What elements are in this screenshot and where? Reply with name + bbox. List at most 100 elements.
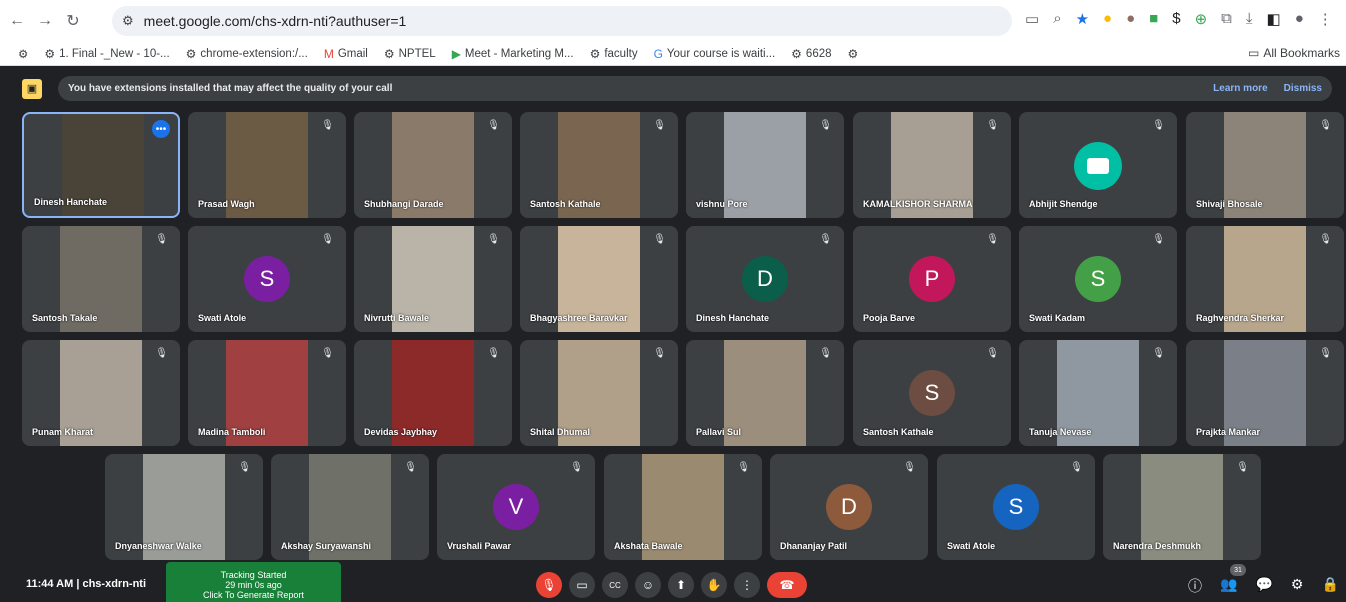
participant-name: Swati Kadam	[1029, 313, 1086, 323]
forward-icon[interactable]: →	[34, 10, 56, 32]
participant-tile[interactable]: 🎙 KAMALKISHOR SHARMA	[853, 112, 1011, 218]
mic-off-icon: 🎙	[1070, 462, 1083, 473]
participant-tile[interactable]: 🎙 Prasad Wagh	[188, 112, 346, 218]
info-icon[interactable]: ⓘ	[1188, 576, 1202, 596]
mic-off-icon: 🎙	[155, 234, 168, 245]
activities-icon[interactable]: ⚙	[1291, 576, 1304, 596]
mic-off-icon: 🎙	[819, 120, 832, 131]
extension-icon[interactable]: ●	[1103, 10, 1112, 28]
people-icon[interactable]: 👥	[1220, 576, 1237, 596]
bookmark-item[interactable]: ⚙ 6628	[791, 47, 831, 61]
extension-icon[interactable]: ■	[1149, 10, 1158, 28]
participant-tile[interactable]: S 🎙 Swati Kadam	[1019, 226, 1177, 332]
bookmark-item[interactable]: ⚙ chrome-extension:/...	[186, 47, 308, 61]
host-controls-icon[interactable]: 🔒	[1321, 576, 1338, 596]
bookmark-star-icon[interactable]: ★	[1076, 10, 1089, 28]
bookmark-item[interactable]: ▶ Meet - Marketing M...	[452, 47, 574, 61]
participant-tile[interactable]: 🎙 Bhagyashree Baravkar	[520, 226, 678, 332]
participant-tile[interactable]: 🎙 Shivaji Bhosale	[1186, 112, 1344, 218]
participant-name: Punam Kharat	[32, 427, 94, 437]
raise-hand-icon[interactable]: ✋	[701, 572, 727, 598]
tracking-report-button[interactable]: Tracking Started 29 min 0s ago Click To …	[166, 562, 341, 602]
mic-off-icon: 🎙	[653, 348, 666, 359]
participant-name: Bhagyashree Baravkar	[530, 313, 628, 323]
sidepanel-icon[interactable]: ◧	[1267, 10, 1281, 28]
mic-off-icon: 🎙	[653, 120, 666, 131]
participant-tile[interactable]: 🎙 Akshay Suryawanshi	[271, 454, 429, 560]
mic-off-icon[interactable]: 🎙	[536, 572, 562, 598]
mic-off-icon: 🎙	[1236, 462, 1249, 473]
address-bar[interactable]: ⚙ meet.google.com/chs-xdrn-nti?authuser=…	[112, 6, 1012, 36]
participant-tile[interactable]: 🎙 Santosh Takale	[22, 226, 180, 332]
bookmark-item[interactable]: ⚙	[848, 47, 859, 61]
participant-tile[interactable]: 🎙 vishnu Pore	[686, 112, 844, 218]
participant-name: Swati Atole	[198, 313, 247, 323]
participant-tile[interactable]: P 🎙 Pooja Barve	[853, 226, 1011, 332]
mic-off-icon: 🎙	[819, 234, 832, 245]
mic-off-icon: 🎙	[819, 348, 832, 359]
tile-options-icon[interactable]: •••	[152, 120, 170, 138]
participant-tile[interactable]: ••• Dinesh Hanchate	[22, 112, 180, 218]
present-icon[interactable]: ⬆	[668, 572, 694, 598]
participant-name: Shubhangi Darade	[364, 199, 444, 209]
learn-more-link[interactable]: Learn more	[1213, 83, 1267, 94]
participant-tile[interactable]: 🎙 Dnyaneshwar Walke	[105, 454, 263, 560]
chat-icon[interactable]: 💬	[1255, 576, 1272, 596]
participant-name: Pallavi Sul	[696, 427, 742, 437]
participant-name: Devidas Jaybhay	[364, 427, 438, 437]
participant-tile[interactable]: 🎙 Prajkta Mankar	[1186, 340, 1344, 446]
participant-tile[interactable]: S 🎙 Swati Atole	[937, 454, 1095, 560]
participant-tile[interactable]: 🎙 Akshata Bawale	[604, 454, 762, 560]
bookmark-item[interactable]: M Gmail	[324, 47, 368, 61]
participant-tile[interactable]: S 🎙 Santosh Kathale	[853, 340, 1011, 446]
participant-tile[interactable]: 🎙 Tanuja Nevase	[1019, 340, 1177, 446]
participant-tile[interactable]: V 🎙 Vrushali Pawar	[437, 454, 595, 560]
mic-off-icon: 🎙	[1152, 348, 1165, 359]
captions-icon[interactable]: CC	[602, 572, 628, 598]
emoji-icon[interactable]: ☺	[635, 572, 661, 598]
bookmark-item[interactable]: ⚙ 1. Final -_New - 10-...	[44, 47, 169, 61]
camera-icon[interactable]: ▭	[569, 572, 595, 598]
more-options-icon[interactable]: ⋮	[734, 572, 760, 598]
participant-tile[interactable]: 🎙 Abhijit Shendge	[1019, 112, 1177, 218]
participant-tile[interactable]: D 🎙 Dinesh Hanchate	[686, 226, 844, 332]
participant-name: Prajkta Mankar	[1196, 427, 1261, 437]
zoom-icon[interactable]: ⌕	[1053, 10, 1061, 28]
back-icon[interactable]: ←	[6, 10, 28, 32]
mic-off-icon: 🎙	[321, 120, 334, 131]
participant-name: Santosh Kathale	[863, 427, 934, 437]
extension-icon[interactable]: ●	[1126, 10, 1135, 28]
mic-off-icon: 🎙	[1152, 234, 1165, 245]
mic-off-icon: 🎙	[1319, 234, 1332, 245]
menu-icon[interactable]: ⋮	[1318, 10, 1333, 28]
participant-tile[interactable]: D 🎙 Dhananjay Patil	[770, 454, 928, 560]
end-call-icon[interactable]: ☎	[767, 572, 807, 598]
participant-tile[interactable]: 🎙 Narendra Deshmukh	[1103, 454, 1261, 560]
banner-message: You have extensions installed that may a…	[68, 83, 393, 94]
participant-tile[interactable]: 🎙 Shubhangi Darade	[354, 112, 512, 218]
participant-tile[interactable]: 🎙 Punam Kharat	[22, 340, 180, 446]
participant-tile[interactable]: 🎙 Nivrutti Bawale	[354, 226, 512, 332]
participant-tile[interactable]: 🎙 Shital Dhumal	[520, 340, 678, 446]
participant-tile[interactable]: 🎙 Madina Tamboli	[188, 340, 346, 446]
bookmark-item[interactable]: ⚙ faculty	[590, 47, 638, 61]
camera-permission-icon[interactable]: ▭	[1025, 10, 1039, 28]
mic-off-icon: 🎙	[737, 462, 750, 473]
apps-icon[interactable]: ⚙	[18, 47, 28, 61]
bookmark-item[interactable]: ⚙ NPTEL	[384, 47, 436, 61]
participant-tile[interactable]: 🎙 Devidas Jaybhay	[354, 340, 512, 446]
all-bookmarks-button[interactable]: ▭ All Bookmarks	[1248, 46, 1340, 60]
participant-tile[interactable]: 🎙 Raghvendra Sherkar	[1186, 226, 1344, 332]
download-icon[interactable]: ⤓	[1246, 10, 1253, 28]
profile-avatar[interactable]: ●	[1295, 10, 1304, 28]
site-settings-icon[interactable]: ⚙	[122, 13, 134, 29]
participant-tile[interactable]: 🎙 Santosh Kathale	[520, 112, 678, 218]
extension-icon[interactable]: ⊕	[1195, 10, 1208, 28]
participant-tile[interactable]: 🎙 Pallavi Sul	[686, 340, 844, 446]
reload-icon[interactable]: ↻	[62, 10, 84, 32]
extension-icon[interactable]: $	[1172, 10, 1180, 28]
dismiss-button[interactable]: Dismiss	[1284, 83, 1322, 94]
participant-tile[interactable]: S 🎙 Swati Atole	[188, 226, 346, 332]
bookmark-item[interactable]: G Your course is waiti...	[654, 47, 776, 61]
extensions-puzzle-icon[interactable]: ⧉	[1221, 10, 1232, 28]
